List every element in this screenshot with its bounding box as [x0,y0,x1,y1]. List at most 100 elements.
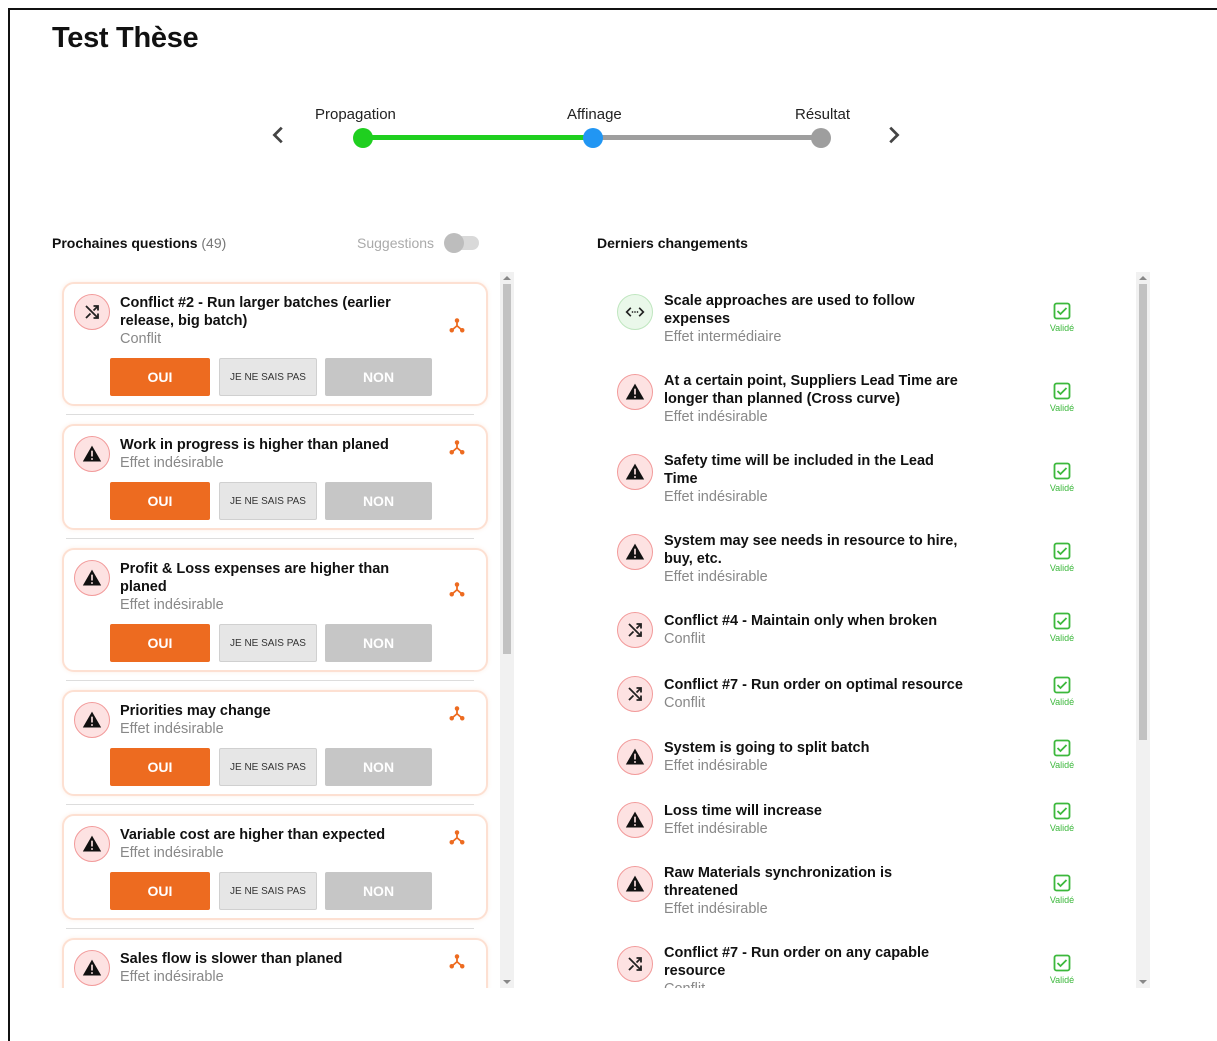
check-box-icon [1053,739,1071,757]
change-title: Safety time will be included in the Lead… [664,453,934,487]
suggestions-toggle[interactable] [444,233,480,253]
warning-icon [74,702,110,738]
question-card: Profit & Loss expenses are higher than p… [62,548,488,672]
yes-button[interactable]: OUI [110,482,210,520]
scroll-thumb[interactable] [1139,284,1147,740]
step-dot-resultat[interactable] [811,128,831,148]
change-title: Loss time will increase [664,803,822,819]
unknown-button[interactable]: JE NE SAIS PAS [219,748,317,786]
network-icon[interactable] [448,828,466,846]
network-icon[interactable] [448,952,466,970]
questions-heading: Prochaines questions (49) [52,235,226,251]
no-button[interactable]: NON [325,748,432,786]
step-dot-propagation[interactable] [353,128,373,148]
questions-scrollbar[interactable] [500,272,514,988]
yes-button[interactable]: OUI [110,358,210,396]
no-button[interactable]: NON [325,358,432,396]
changes-heading: Derniers changements [597,235,748,251]
network-icon[interactable] [448,316,466,334]
yes-button[interactable]: OUI [110,872,210,910]
scroll-down-icon[interactable] [1139,980,1147,984]
shuffle-icon [617,946,653,982]
unknown-button[interactable]: JE NE SAIS PAS [219,872,317,910]
unknown-button[interactable]: JE NE SAIS PAS [219,358,317,396]
check-box-icon [1053,874,1071,892]
divider [66,680,474,681]
check-box-icon [1053,382,1071,400]
changes-scrollbar[interactable] [1136,272,1150,988]
warning-icon [617,739,653,775]
arrows-horizontal-icon [617,294,653,330]
shuffle-icon [617,676,653,712]
validated-label: Validé [1049,760,1075,770]
yes-button[interactable]: OUI [110,748,210,786]
changes-list: Scale approaches are used to follow expe… [597,272,1137,988]
validated-label: Validé [1049,483,1075,493]
questions-list: Conflict #2 - Run larger batches (earlie… [52,272,514,988]
scroll-up-icon[interactable] [1139,276,1147,280]
suggestions-label: Suggestions [357,235,435,251]
shuffle-icon [74,294,110,330]
scroll-thumb[interactable] [503,284,511,654]
step-connector-done [372,135,584,140]
chevron-right-icon[interactable] [882,124,904,146]
validated-label: Validé [1049,563,1075,573]
change-type: Effet indésirable [664,569,768,585]
change-title: Scale approaches are used to follow expe… [664,293,915,327]
change-type: Conflit [664,695,706,711]
validated-status: Validé [1042,382,1082,413]
step-label-affinage: Affinage [567,106,622,123]
warning-icon [617,374,653,410]
question-type: Effet indésirable [120,845,224,861]
question-card: Sales flow is slower than planed Effet i… [62,938,488,988]
question-title: Conflict #2 - Run larger batches (earlie… [120,295,391,329]
no-button[interactable]: NON [325,482,432,520]
question-type: Conflit [120,331,162,347]
toggle-knob [444,233,465,253]
change-title: Conflict #7 - Run order on any capable r… [664,945,930,979]
validated-status: Validé [1042,462,1082,493]
warning-icon [617,454,653,490]
check-box-icon [1053,676,1071,694]
question-title: Work in progress is higher than planed [120,437,389,453]
change-type: Conflit [664,631,706,647]
check-box-icon [1053,954,1071,972]
validated-label: Validé [1049,895,1075,905]
change-type: Effet indésirable [664,821,768,837]
yes-button[interactable]: OUI [110,624,210,662]
validated-label: Validé [1049,823,1075,833]
questions-heading-label: Prochaines questions [52,235,198,251]
no-button[interactable]: NON [325,872,432,910]
question-title: Priorities may change [120,703,271,719]
validated-status: Validé [1042,802,1082,833]
network-icon[interactable] [448,704,466,722]
divider [66,538,474,539]
scroll-up-icon[interactable] [503,276,511,280]
step-connector-pending [600,135,812,140]
change-title: Conflict #4 - Maintain only when broken [664,613,938,629]
validated-label: Validé [1049,323,1075,333]
network-icon[interactable] [448,438,466,456]
unknown-button[interactable]: JE NE SAIS PAS [219,482,317,520]
change-title: At a certain point, Suppliers Lead Time … [664,373,958,407]
scroll-down-icon[interactable] [503,980,511,984]
validated-label: Validé [1049,697,1075,707]
network-icon[interactable] [448,580,466,598]
question-type: Effet indésirable [120,597,224,613]
question-type: Effet indésirable [120,455,224,471]
chevron-left-icon[interactable] [268,124,290,146]
validated-status: Validé [1042,739,1082,770]
divider [66,414,474,415]
warning-icon [74,436,110,472]
change-type: Effet indésirable [664,409,768,425]
step-dot-affinage[interactable] [583,128,603,148]
warning-icon [617,534,653,570]
unknown-button[interactable]: JE NE SAIS PAS [219,624,317,662]
change-type: Effet intermédiaire [664,329,782,345]
validated-status: Validé [1042,676,1082,707]
validated-label: Validé [1049,403,1075,413]
question-title: Sales flow is slower than planed [120,951,343,967]
no-button[interactable]: NON [325,624,432,662]
change-type: Conflit [664,980,705,988]
validated-status: Validé [1042,612,1082,643]
